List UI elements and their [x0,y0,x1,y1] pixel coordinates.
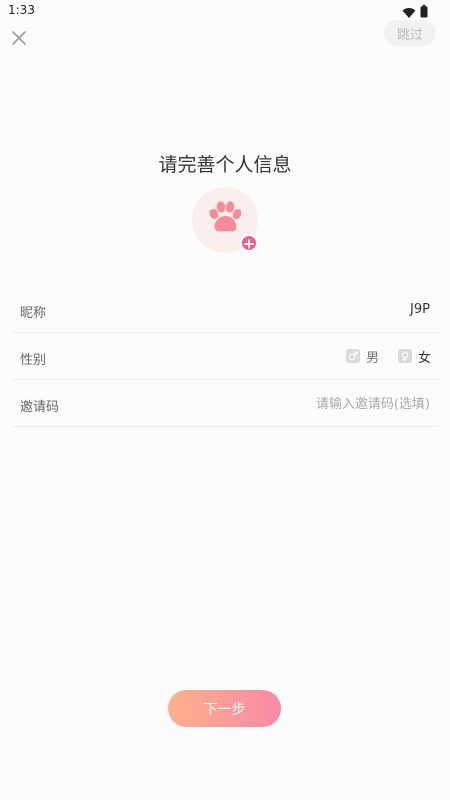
female-icon [398,349,412,363]
nickname-value[interactable]: J9P [410,302,430,317]
gender-option-female[interactable]: 女 [398,346,431,366]
male-icon [346,349,360,363]
page-title: 请完善个人信息 [158,154,292,176]
paw-icon [205,200,245,240]
invite-code-row: 邀请码 [12,380,438,427]
gender-row: 性别 男 女 [12,333,438,380]
nickname-label: 昵称 [20,306,47,321]
gender-option-male[interactable]: 男 [346,346,379,366]
close-button[interactable] [8,28,30,50]
profile-setup-screen: 1:33 跳过 请完善个人信息 昵称 J9P 性别 男 女 邀请码 请输入邀请码… [0,0,450,800]
gender-label: 性别 [20,353,47,368]
gender-option-label: 女 [418,350,432,366]
status-bar: 1:33 [0,0,450,22]
invite-code-input[interactable] [210,393,430,415]
skip-button[interactable]: 跳过 [384,20,436,46]
nickname-row[interactable]: 昵称 J9P [12,286,438,333]
close-icon [12,30,26,49]
next-step-button[interactable]: 下一步 [168,690,281,727]
add-icon [244,234,254,253]
gender-option-label: 男 [366,350,380,366]
status-time: 1:33 [8,3,35,17]
invite-code-label: 邀请码 [20,400,60,415]
add-avatar-button[interactable] [240,234,258,252]
